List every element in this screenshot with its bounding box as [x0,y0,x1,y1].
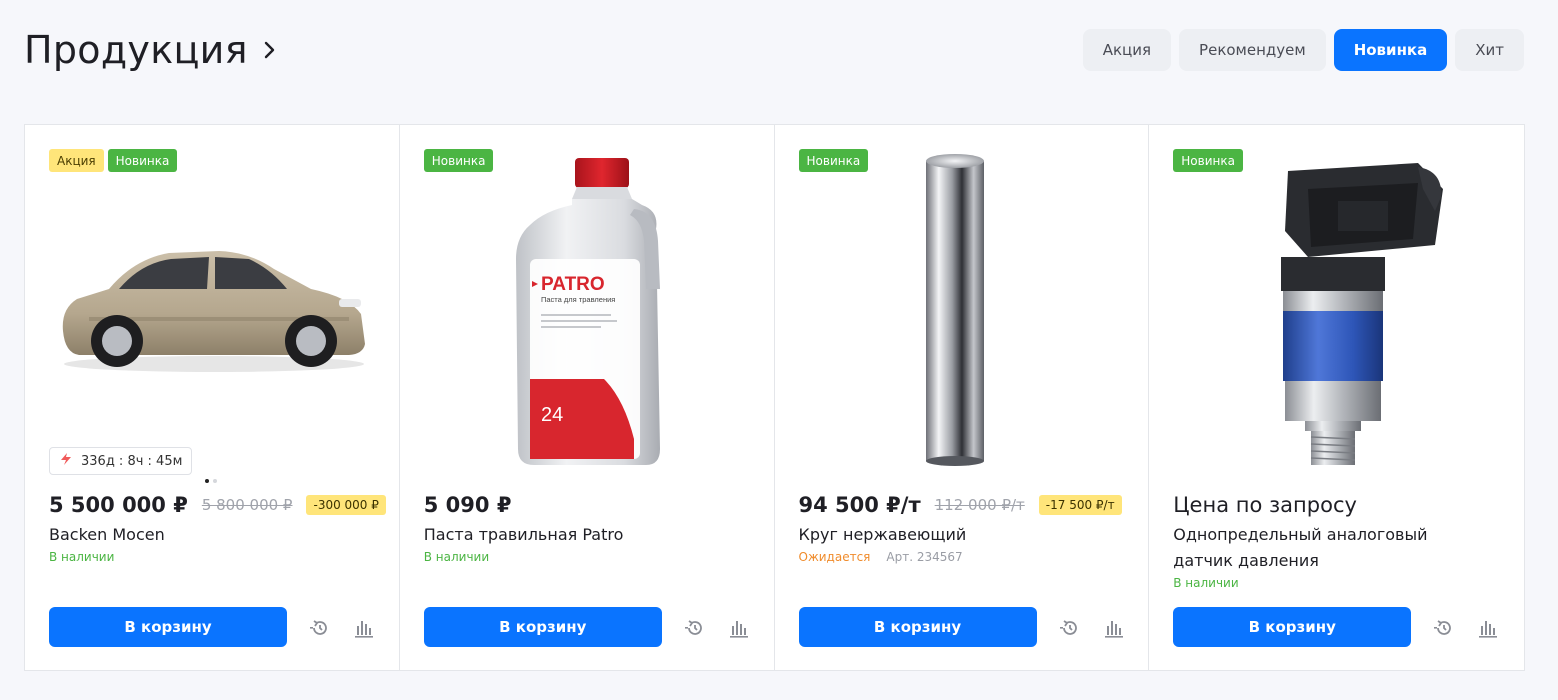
sticker-new: Новинка [107,149,178,172]
price: 94 500 ₽/т [798,493,921,517]
lightning-icon [59,452,73,470]
stock-status: Ожидается [798,550,871,564]
product-image-link[interactable] [49,149,375,469]
tab-new[interactable]: Новинка [1333,29,1448,71]
tab-hit[interactable]: Хит [1455,29,1524,71]
stock-status: В наличии [423,550,490,564]
delay-icon[interactable] [309,617,331,639]
economy-badge: -17 500 ₽/т [1038,495,1122,515]
add-to-cart-button[interactable]: В корзину [423,607,662,647]
bottle-brand: PATRO [541,274,605,295]
page-title[interactable]: Продукция [24,28,248,72]
product-card: PATRO Паста для травления 24 Новинка 5 0… [400,125,775,670]
article-number: Арт. 234567 [886,550,963,564]
add-to-cart-button[interactable]: В корзину [49,607,287,647]
product-image-link[interactable] [799,149,1125,469]
bottle-subtitle: Паста для травления [541,295,615,304]
countdown-timer: 336д : 8ч : 45м [49,447,193,475]
tab-recommend[interactable]: Рекомендуем [1179,29,1326,71]
sticker-new: Новинка [423,149,494,172]
stock-status: В наличии [1173,576,1239,590]
product-image-link[interactable] [1173,149,1499,469]
add-to-cart-button[interactable]: В корзину [798,607,1037,647]
price-row: 5 090 ₽ [424,493,512,517]
pressure-sensor-image[interactable] [1173,149,1499,469]
stickers: Новинка [798,149,869,172]
chevron-right-icon[interactable] [262,38,278,62]
product-image-link[interactable]: PATRO Паста для травления 24 [424,149,750,469]
status-row: Ожидается Арт. 234567 [799,550,963,564]
pagination-dot[interactable] [205,479,209,483]
sticker-new: Новинка [798,149,869,172]
sticker-sale: Акция [49,149,104,172]
product-name[interactable]: Паста травильная Patro [424,522,724,548]
delay-icon[interactable] [1433,617,1455,639]
section-header: Продукция Акция Рекомендуем Новинка Хит [24,28,1524,72]
section-title-link[interactable]: Продукция [24,28,278,72]
car-image[interactable] [49,149,375,469]
sticker-new: Новинка [1173,149,1243,172]
price-row: 5 500 000 ₽ 5 800 000 ₽ -300 000 ₽ [49,493,386,517]
compare-icon[interactable] [728,617,750,639]
product-name[interactable]: Однопредельный аналоговый датчик давлени… [1173,522,1473,574]
delay-icon[interactable] [1059,617,1081,639]
product-name[interactable]: Круг нержавеющий [799,522,1099,548]
product-name[interactable]: Backen Mocen [49,522,349,548]
image-pagination[interactable] [205,479,217,483]
compare-icon[interactable] [1103,617,1125,639]
steel-rod-image[interactable] [799,149,1125,469]
old-price: 112 000 ₽/т [934,496,1025,514]
delay-icon[interactable] [684,617,706,639]
bottle-image[interactable]: PATRO Паста для травления 24 [424,149,750,469]
timer-value: 336д : 8ч : 45м [81,453,183,469]
stickers: Новинка [1173,149,1243,172]
product-card: Акция Новинка 336д : 8ч : 45м 5 500 000 … [25,125,400,670]
price-on-request: Цена по запросу [1173,493,1357,517]
price-row: 94 500 ₽/т 112 000 ₽/т -17 500 ₽/т [799,493,1122,517]
compare-icon[interactable] [1477,617,1499,639]
product-grid: Акция Новинка 336д : 8ч : 45м 5 500 000 … [24,124,1525,671]
old-price: 5 800 000 ₽ [201,496,293,514]
tab-sale[interactable]: Акция [1082,29,1172,71]
price-row: Цена по запросу [1173,493,1357,517]
stickers: Новинка [423,149,494,172]
stickers: Акция Новинка [49,149,178,172]
status-row: В наличии [1173,576,1238,590]
economy-badge: -300 000 ₽ [306,495,386,515]
compare-icon[interactable] [353,617,375,639]
price: 5 500 000 ₽ [49,493,188,517]
status-row: В наличии [424,550,489,564]
add-to-cart-button[interactable]: В корзину [1173,607,1412,647]
status-row: В наличии [49,550,114,564]
pagination-dot[interactable] [213,479,217,483]
stock-status: В наличии [49,550,115,564]
price: 5 090 ₽ [423,493,512,517]
bottle-number: 24 [541,404,563,426]
product-card: Новинка 94 500 ₽/т 112 000 ₽/т -17 500 ₽… [775,125,1150,670]
filter-tabs: Акция Рекомендуем Новинка Хит [1082,29,1524,71]
product-card: Новинка Цена по запросу Однопредельный а… [1149,125,1524,670]
